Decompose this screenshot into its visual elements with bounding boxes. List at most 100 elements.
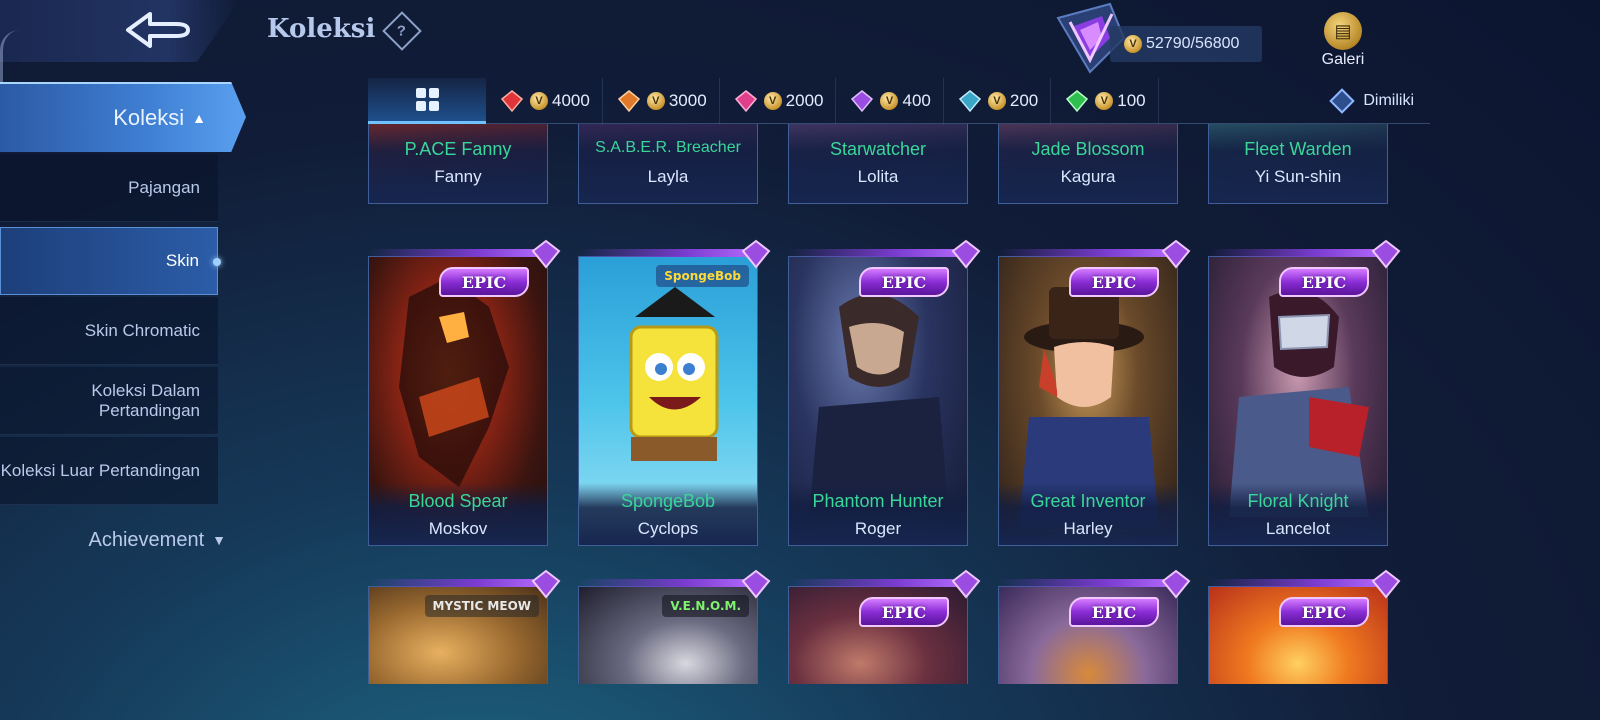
filter-tier-3000[interactable]: V 3000 — [603, 77, 720, 124]
filter-tier-200[interactable]: V 200 — [944, 77, 1052, 124]
skin-name-plate: SpongeBob Cyclops — [579, 483, 757, 545]
epic-badge: EPIC — [1069, 597, 1159, 627]
hero-name: Moskov — [428, 519, 488, 538]
hero-name: Harley — [1063, 519, 1113, 538]
purple-gem-icon — [531, 239, 561, 269]
diamond-checkbox-icon — [1329, 87, 1356, 114]
chevron-down-icon: ▼ — [212, 532, 226, 548]
collection-point-icon: V — [646, 91, 665, 110]
purple-gem-icon — [951, 239, 981, 269]
filter-tier-2000[interactable]: V 2000 — [720, 77, 837, 124]
tier-stripe — [369, 249, 547, 257]
points-current: 52790 — [1146, 35, 1191, 52]
skin-card[interactable]: P.ACE Fanny Fanny — [368, 124, 548, 204]
galeri-button[interactable]: ▤ Galeri — [1310, 12, 1376, 69]
hero-name: Cyclops — [637, 519, 699, 538]
skin-card[interactable]: EPIC Blood Spear Moskov — [368, 239, 561, 546]
skin-card[interactable]: EPIC — [998, 569, 1191, 684]
filter-owned-toggle[interactable]: Dimiliki — [1329, 87, 1430, 114]
epic-badge: EPIC — [1279, 597, 1369, 627]
skin-card[interactable]: SpongeBob SpongeBob Cyclops — [578, 239, 771, 546]
filter-tier-400[interactable]: V 400 — [836, 77, 944, 124]
hero-name: Roger — [854, 519, 902, 538]
purple-gem-icon — [1371, 569, 1401, 599]
purple-gem-icon — [851, 89, 874, 112]
help-icon[interactable]: ? — [382, 11, 422, 51]
skin-card[interactable]: EPIC Floral Knight Lancelot — [1208, 239, 1401, 546]
skin-card[interactable]: Jade Blossom Kagura — [998, 124, 1178, 204]
tier-stripe — [789, 579, 967, 587]
purple-gem-icon — [1161, 569, 1191, 599]
chevron-up-icon: ▲ — [192, 110, 206, 126]
purple-gem-icon — [1161, 239, 1191, 269]
filter-tier-100[interactable]: V 100 — [1051, 77, 1159, 124]
skin-name-plate: Starwatcher Lolita — [789, 124, 967, 203]
tier-stripe — [1209, 579, 1387, 587]
skin-name-plate: Phantom Hunter Roger — [789, 483, 967, 545]
collection-point-icon: V — [1095, 91, 1114, 110]
skin-name-plate: Jade Blossom Kagura — [999, 124, 1177, 203]
skin-card[interactable]: Fleet Warden Yi Sun-shin — [1208, 124, 1388, 204]
filter-owned-label: Dimiliki — [1363, 91, 1414, 109]
sidebar-item-label: Skin Chromatic — [84, 320, 200, 340]
skin-card[interactable]: V.E.N.O.M. — [578, 569, 771, 684]
filter-tier-4000[interactable]: V 4000 — [486, 77, 603, 124]
sidebar-item-label: Pajangan — [128, 177, 200, 197]
mystic-meow-logo: MYSTIC MEOW — [424, 595, 539, 617]
collection-point-icon: V — [763, 91, 782, 110]
pink-gem-icon — [734, 89, 757, 112]
skin-card[interactable]: MYSTIC MEOW — [368, 569, 561, 684]
red-gem-icon — [500, 89, 524, 112]
skin-name-plate: S.A.B.E.R. Breacher Layla — [579, 124, 757, 203]
skin-card[interactable]: S.A.B.E.R. Breacher Layla — [578, 124, 758, 204]
tier-stripe — [999, 579, 1177, 587]
purple-gem-icon — [741, 239, 771, 269]
collector-points: V 52790 / 56800 — [1110, 26, 1262, 62]
epic-badge: EPIC — [1069, 267, 1159, 297]
sidebar-koleksi-toggle[interactable]: Koleksi ▲ — [0, 82, 246, 152]
filter-all-tab[interactable] — [368, 77, 486, 124]
skin-name: Floral Knight — [1247, 491, 1349, 511]
collection-point-icon: V — [880, 91, 899, 110]
skin-name: Fleet Warden — [1244, 139, 1352, 159]
purple-gem-icon — [951, 569, 981, 599]
sidebar-item-koleksi-luar-pertandingan[interactable]: Koleksi Luar Pertandingan — [0, 437, 218, 505]
tier-stripe — [369, 579, 547, 587]
points-total: 56800 — [1194, 35, 1240, 52]
tier-stripe — [579, 249, 757, 257]
sidebar-item-koleksi-dalam-pertandingan[interactable]: Koleksi Dalam Pertandingan — [0, 367, 218, 435]
skin-name-plate: Great Inventor Harley — [999, 483, 1177, 545]
skin-grid: P.ACE Fanny Fanny S.A.B.E.R. Breacher La… — [368, 124, 1428, 684]
hero-name: Kagura — [1060, 167, 1116, 186]
skin-card[interactable]: EPIC — [1208, 569, 1401, 684]
epic-badge: EPIC — [859, 267, 949, 297]
hero-name: Fanny — [434, 167, 482, 186]
sidebar-achievement-label: Achievement — [88, 528, 205, 551]
tier-stripe — [1209, 249, 1387, 257]
sidebar-achievement-toggle[interactable]: Achievement ▼ — [0, 520, 226, 560]
skin-name: Phantom Hunter — [812, 491, 944, 511]
epic-badge: EPIC — [1279, 267, 1369, 297]
sidebar-item-label: Koleksi Dalam Pertandingan — [91, 380, 200, 420]
hero-name: Yi Sun-shin — [1254, 167, 1342, 186]
sidebar-item-pajangan[interactable]: Pajangan — [0, 154, 218, 222]
collection-point-icon: V — [987, 91, 1006, 110]
skin-name-plate: P.ACE Fanny Fanny — [369, 124, 547, 203]
filter-value: 400 — [902, 90, 931, 110]
skin-name: Great Inventor — [1030, 491, 1146, 511]
back-arrow-icon — [126, 12, 190, 48]
sidebar-item-skin-chromatic[interactable]: Skin Chromatic — [0, 297, 218, 365]
purple-gem-icon — [741, 569, 771, 599]
skin-card[interactable]: EPIC Great Inventor Harley — [998, 239, 1191, 546]
skin-card[interactable]: Starwatcher Lolita — [788, 124, 968, 204]
page-title: Koleksi — [267, 14, 376, 44]
skin-card[interactable]: EPIC — [788, 569, 981, 684]
skin-card[interactable]: EPIC Phantom Hunter Roger — [788, 239, 981, 546]
tier-filter-bar: V 4000 V 3000 V 2000 V 400 V 200 V 100 D… — [368, 77, 1430, 124]
tier-stripe — [999, 249, 1177, 257]
filter-value: 3000 — [668, 90, 707, 110]
sidebar-item-skin[interactable]: Skin — [0, 227, 221, 295]
skin-name-plate: Floral Knight Lancelot — [1209, 483, 1387, 545]
hero-name: Lolita — [857, 167, 899, 186]
back-button[interactable] — [0, 0, 240, 62]
